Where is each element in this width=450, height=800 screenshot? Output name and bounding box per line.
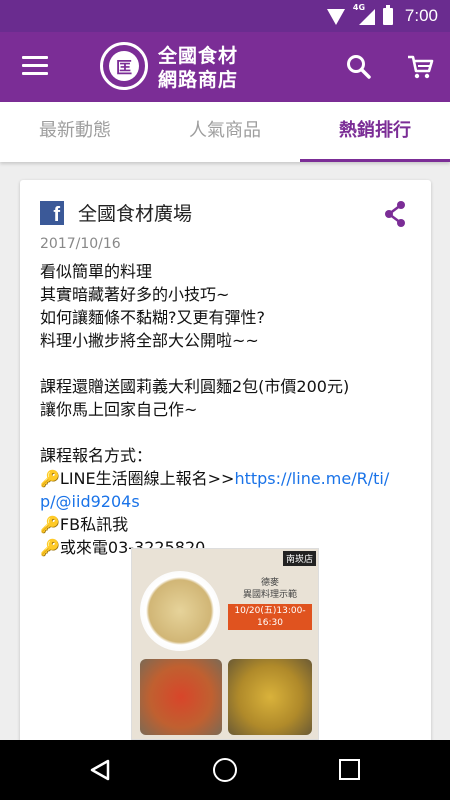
- system-nav-bar: [0, 740, 450, 800]
- post-line: 🔑LINE生活圈線上報名>>https://line.me/R/ti/: [40, 467, 410, 490]
- feed[interactable]: f 全國食材廣場 2017/10/16 看似簡單的料理 其實暗藏著好多的小技巧~…: [0, 162, 450, 740]
- share-icon[interactable]: [382, 200, 408, 228]
- post-text: 看似簡單的料理 其實暗藏著好多的小技巧~ 如何讓麵條不黏糊?又更有彈性? 料理小…: [40, 260, 410, 559]
- status-bar: 4G 7:00: [0, 0, 450, 32]
- recent-apps-icon[interactable]: [339, 759, 360, 780]
- post-line: 🔑FB私訊我: [40, 513, 410, 536]
- tab-best-sellers[interactable]: 熱銷排行: [300, 102, 450, 162]
- key-icon: 🔑: [40, 538, 60, 557]
- status-time: 7:00: [404, 6, 438, 25]
- app-title: 全國食材 網路商店: [158, 44, 238, 92]
- post-card[interactable]: f 全國食材廣場 2017/10/16 看似簡單的料理 其實暗藏著好多的小技巧~…: [20, 180, 431, 740]
- class-time: 10/20(五)13:00-16:30: [228, 604, 312, 630]
- battery-icon: [382, 4, 393, 25]
- wifi-icon: [326, 9, 345, 25]
- post-line: 其實暗藏著好多的小技巧~: [40, 285, 230, 304]
- home-icon[interactable]: [213, 758, 237, 782]
- post-line: 讓你馬上回家自己作~: [40, 400, 198, 419]
- app-logo: 匡: [100, 42, 148, 90]
- chef-name: 德麥: [260, 578, 279, 588]
- tab-latest-news[interactable]: 最新動態: [0, 102, 150, 162]
- facebook-icon: f: [40, 201, 64, 225]
- pancake-photo: [228, 659, 312, 735]
- post-line: 看似簡單的料理: [40, 262, 153, 281]
- logo-glyph: 匡: [109, 51, 139, 81]
- menu-icon[interactable]: [22, 56, 48, 76]
- post-author: 全國食材廣場: [78, 203, 193, 225]
- post-line: 課程還贈送國莉義大利圓麵2包(市價200元): [40, 377, 350, 396]
- status-icons: 4G 7:00: [326, 3, 438, 26]
- pasta-photo: [140, 571, 220, 651]
- key-icon: 🔑: [40, 515, 60, 534]
- post-line: 料理小撇步將全部大公開啦~~: [40, 331, 259, 350]
- store-badge: 南崁店: [282, 551, 316, 566]
- cart-icon[interactable]: [406, 54, 434, 80]
- line-signup-text: LINE生活圈線上報名>>: [59, 469, 235, 488]
- app-bar: 匡 全國食材 網路商店: [0, 32, 450, 102]
- cell-signal-icon: 4G: [353, 3, 375, 25]
- post-date: 2017/10/16: [40, 236, 121, 252]
- search-icon[interactable]: [346, 54, 372, 80]
- post-image[interactable]: 南崁店 德麥 異國料理示範 10/20(五)13:00-16:30: [131, 548, 319, 740]
- class-info: 德麥 異國料理示範 10/20(五)13:00-16:30: [228, 577, 312, 630]
- post-line: 課程報名方式：: [40, 446, 153, 465]
- soup-photo: [140, 659, 222, 735]
- back-icon[interactable]: [88, 758, 112, 782]
- tab-bar: 最新動態 人氣商品 熱銷排行: [0, 102, 450, 162]
- post-line: p/@iid9204s: [40, 490, 410, 513]
- app-title-line-2: 網路商店: [158, 69, 239, 91]
- tab-popular-products[interactable]: 人氣商品: [150, 102, 300, 162]
- line-signup-link-continued[interactable]: p/@iid9204s: [40, 492, 140, 511]
- fb-message-text: FB私訊我: [59, 515, 129, 534]
- key-icon: 🔑: [40, 469, 60, 488]
- class-title: 異國料理示範: [242, 590, 297, 600]
- app-title-line-1: 全國食材: [158, 45, 239, 67]
- line-signup-link[interactable]: https://line.me/R/ti/: [234, 469, 389, 488]
- post-line: 如何讓麵條不黏糊?又更有彈性?: [40, 308, 265, 327]
